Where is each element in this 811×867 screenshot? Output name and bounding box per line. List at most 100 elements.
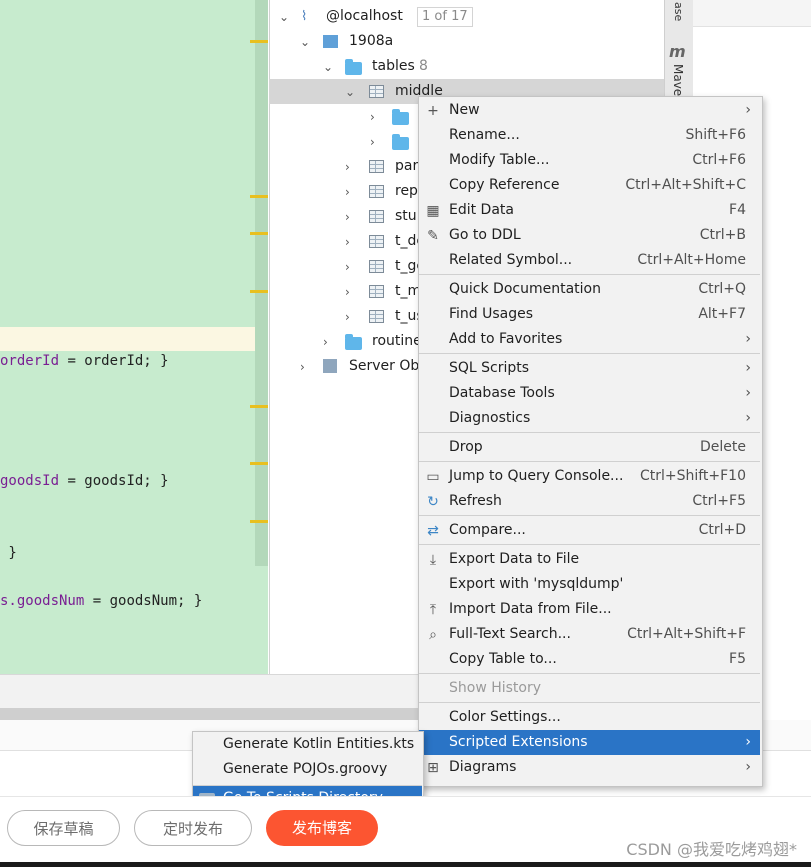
menu-item-label: Database Tools — [449, 385, 555, 401]
menu-item-export-with-mysqldump[interactable]: Export with 'mysqldump' — [419, 572, 760, 597]
menu-item-label: Full-Text Search... — [449, 626, 571, 642]
menu-item-label: Jump to Query Console... — [449, 468, 624, 484]
editor-scrollbar[interactable] — [255, 0, 268, 566]
chevron-down-icon[interactable]: ⌄ — [279, 11, 289, 23]
menu-item-label: Add to Favorites — [449, 331, 563, 347]
menu-separator — [419, 702, 760, 703]
chevron-right-icon[interactable]: › — [345, 311, 355, 323]
folder-icon — [392, 106, 409, 131]
schedule-publish-button[interactable]: 定时发布 — [134, 810, 252, 846]
maven-tab[interactable]: Mave — [671, 64, 685, 98]
chevron-down-icon[interactable]: ⌄ — [345, 86, 355, 98]
menu-item-quick-documentation[interactable]: Quick Documentation Ctrl+Q — [419, 277, 760, 302]
menu-item-label: Diagrams — [449, 759, 517, 775]
chevron-right-icon[interactable]: › — [345, 161, 355, 173]
chevron-right-icon[interactable]: › — [300, 361, 310, 373]
menu-item-modify-table[interactable]: Modify Table... Ctrl+F6 — [419, 148, 760, 173]
chevron-right-icon[interactable]: › — [345, 211, 355, 223]
menu-item-generate-kotlin[interactable]: Generate Kotlin Entities.kts — [193, 732, 422, 757]
chevron-right-icon: › — [745, 385, 751, 401]
change-marker — [250, 405, 268, 408]
menu-item-label: Import Data from File... — [449, 601, 612, 617]
chevron-right-icon: › — [745, 759, 751, 775]
menu-item-label: Copy Reference — [449, 177, 560, 193]
code-line: } — [0, 545, 17, 561]
chevron-right-icon[interactable]: › — [370, 136, 380, 148]
change-marker — [250, 232, 268, 235]
tool-window-bar — [0, 674, 418, 709]
diagram-icon: ⊞ — [427, 760, 439, 776]
menu-item-scripted-extensions[interactable]: Scripted Extensions › — [419, 730, 760, 755]
menu-separator — [419, 274, 760, 275]
chevron-right-icon[interactable]: › — [345, 286, 355, 298]
menu-item-import-data-from-file[interactable]: ⤒ Import Data from File... — [419, 597, 760, 622]
menu-item-label: Export Data to File — [449, 551, 580, 567]
host-label: @localhost — [326, 8, 403, 24]
menu-item-database-tools[interactable]: Database Tools › — [419, 381, 760, 406]
chevron-right-icon[interactable]: › — [345, 236, 355, 248]
folder-icon — [392, 131, 409, 156]
menu-item-label: Find Usages — [449, 306, 534, 322]
plus-icon: + — [427, 103, 439, 119]
table-label: stu — [395, 208, 417, 224]
menu-item-add-to-favorites[interactable]: Add to Favorites › — [419, 327, 760, 352]
menu-item-diagnostics[interactable]: Diagnostics › — [419, 406, 760, 431]
menu-item-go-to-ddl[interactable]: ✎ Go to DDL Ctrl+B — [419, 223, 760, 248]
menu-item-label: Edit Data — [449, 202, 514, 218]
table-icon — [369, 204, 384, 229]
code-line: goodsId = goodsId; } — [0, 473, 169, 489]
menu-item-copy-table-to[interactable]: Copy Table to... F5 — [419, 647, 760, 672]
chevron-right-icon: › — [745, 734, 751, 750]
menu-item-shortcut: Shift+F6 — [685, 127, 746, 143]
menu-item-export-data-to-file[interactable]: ⤓ Export Data to File — [419, 547, 760, 572]
horizontal-scrollbar[interactable] — [0, 708, 418, 720]
watermark: CSDN @我爱吃烤鸡翅* — [626, 840, 797, 859]
chevron-down-icon[interactable]: ⌄ — [300, 36, 310, 48]
server-objects-label: Server Obj — [349, 358, 424, 374]
menu-separator — [419, 353, 760, 354]
host-count-badge: 1 of 17 — [417, 7, 473, 27]
chevron-down-icon[interactable]: ⌄ — [323, 61, 333, 73]
menu-item-compare[interactable]: ⇄ Compare... Ctrl+D — [419, 518, 760, 543]
menu-item-full-text-search[interactable]: ⌕ Full-Text Search... Ctrl+Alt+Shift+F — [419, 622, 760, 647]
menu-item-jump-to-query-console[interactable]: ▭ Jump to Query Console... Ctrl+Shift+F10 — [419, 464, 760, 489]
menu-item-refresh[interactable]: ↻ Refresh Ctrl+F5 — [419, 489, 760, 514]
side-tool-tabs[interactable]: ase m Mave — [664, 0, 693, 100]
chevron-right-icon[interactable]: › — [345, 261, 355, 273]
table-icon — [369, 279, 384, 304]
menu-item-label: Quick Documentation — [449, 281, 601, 297]
menu-item-diagrams[interactable]: ⊞ Diagrams › — [419, 755, 760, 780]
chevron-right-icon[interactable]: › — [370, 111, 380, 123]
server-objects-icon — [323, 359, 337, 373]
menu-item-drop[interactable]: Drop Delete — [419, 435, 760, 460]
routines-label: routine — [372, 333, 422, 349]
table-icon — [369, 254, 384, 279]
menu-item-sql-scripts[interactable]: SQL Scripts › — [419, 356, 760, 381]
menu-item-rename[interactable]: Rename... Shift+F6 — [419, 123, 760, 148]
chevron-right-icon[interactable]: › — [323, 336, 333, 348]
mysql-icon: ⌇ — [301, 9, 308, 24]
menu-item-color-settings[interactable]: Color Settings... — [419, 705, 760, 730]
menu-item-find-usages[interactable]: Find Usages Alt+F7 — [419, 302, 760, 327]
menu-item-related-symbol[interactable]: Related Symbol... Ctrl+Alt+Home — [419, 248, 760, 273]
bottom-strip — [0, 862, 811, 867]
database-label: 1908a — [349, 33, 394, 49]
chevron-right-icon[interactable]: › — [345, 186, 355, 198]
chevron-right-icon: › — [745, 102, 751, 118]
menu-item-generate-pojos[interactable]: Generate POJOs.groovy — [193, 757, 422, 782]
publish-button[interactable]: 发布博客 — [266, 810, 378, 846]
refresh-icon: ↻ — [427, 494, 439, 510]
chevron-right-icon: › — [745, 360, 751, 376]
change-marker — [250, 520, 268, 523]
menu-item-shortcut: Ctrl+Shift+F10 — [639, 468, 746, 484]
code-line: orderId = orderId; } — [0, 353, 169, 369]
menu-item-shortcut: Ctrl+F5 — [692, 493, 746, 509]
save-draft-button[interactable]: 保存草稿 — [7, 810, 120, 846]
menu-item-label: Drop — [449, 439, 483, 455]
menu-item-copy-reference[interactable]: Copy Reference Ctrl+Alt+Shift+C — [419, 173, 760, 198]
menu-item-shortcut: Ctrl+Alt+Home — [637, 252, 746, 268]
database-tab[interactable]: ase — [671, 2, 685, 22]
menu-item-new[interactable]: + New › — [419, 98, 760, 123]
menu-item-edit-data[interactable]: ▦ Edit Data F4 — [419, 198, 760, 223]
menu-item-show-history: Show History — [419, 676, 760, 701]
